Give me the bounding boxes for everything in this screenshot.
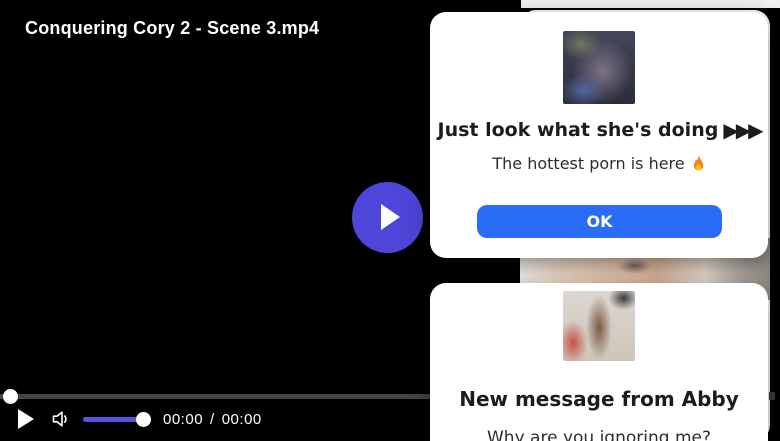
promo-subtitle: The hottest porn is here xyxy=(492,154,684,173)
current-time: 00:00 xyxy=(163,411,203,428)
message-thumbnail[interactable] xyxy=(563,291,635,361)
promo-thumbnail[interactable] xyxy=(563,31,635,104)
arrows-icon: ▶▶▶ xyxy=(723,120,760,140)
duration: 00:00 xyxy=(222,411,262,428)
video-page: Conquering Cory 2 - Scene 3.mp4 00:00 / … xyxy=(0,0,780,441)
scrollbar-thumb[interactable] xyxy=(769,392,775,400)
video-title: Conquering Cory 2 - Scene 3.mp4 xyxy=(25,18,319,39)
speaker-icon[interactable] xyxy=(49,407,73,431)
ok-button[interactable]: OK xyxy=(477,205,722,238)
message-popup[interactable]: New message from Abby Why are you ignori… xyxy=(430,283,768,441)
volume-handle[interactable] xyxy=(136,412,151,427)
time-separator: / xyxy=(210,411,215,428)
progress-handle[interactable] xyxy=(3,389,18,404)
promo-popup[interactable]: Just look what she's doing ▶▶▶ The hotte… xyxy=(430,12,768,258)
message-subtitle: Why are you ignoring me? xyxy=(487,428,711,441)
big-play-icon xyxy=(381,204,400,230)
message-title: New message from Abby xyxy=(459,387,739,411)
time-display: 00:00 / 00:00 xyxy=(163,411,262,428)
flame-icon xyxy=(691,155,706,172)
sidebar-top-strip xyxy=(521,0,780,8)
big-play-button[interactable] xyxy=(352,182,423,253)
promo-title: Just look what she's doing xyxy=(438,119,719,141)
play-button[interactable] xyxy=(18,409,34,429)
